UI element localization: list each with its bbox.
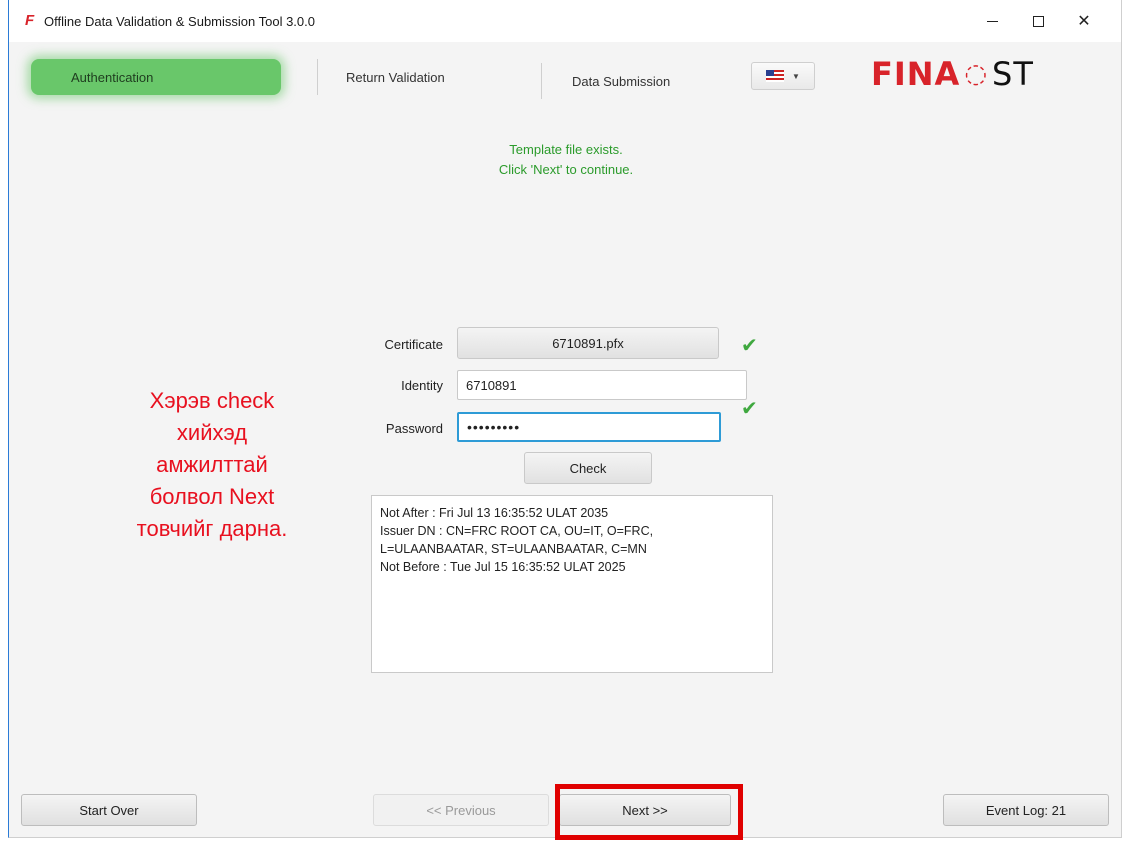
annotation-line: товчийг дарна. — [136, 516, 288, 541]
identity-label: Identity — [401, 378, 443, 393]
step-navigation: Authentication Return Validation Data Su… — [17, 55, 817, 99]
previous-label: << Previous — [426, 802, 496, 818]
minimize-button[interactable] — [969, 6, 1015, 36]
cert-info-line: Issuer DN : CN=FRC ROOT CA, OU=IT, O=FRC… — [380, 524, 654, 538]
identity-value: 6710891 — [466, 377, 517, 393]
annotation-line: болвол Next — [149, 484, 275, 509]
status-message-line1: Template file exists. — [509, 142, 623, 157]
title-bar: F Offline Data Validation & Submission T… — [9, 0, 1121, 42]
annotation-line: хийхэд — [176, 420, 248, 445]
close-button[interactable]: ✕ — [1061, 6, 1107, 36]
certificate-file-name: 6710891.pfx — [552, 335, 624, 351]
chevron-down-icon: ▼ — [792, 71, 800, 81]
check-button-label: Check — [569, 460, 607, 476]
maximize-icon — [1032, 15, 1044, 27]
tab-return-validation[interactable]: Return Validation — [317, 59, 537, 95]
next-button-highlight — [555, 784, 743, 840]
maximize-button[interactable] — [1015, 6, 1061, 36]
credentials-valid-check-icon: ✔ — [741, 398, 758, 420]
fina-ost-logo: FINA ◌ ST — [871, 54, 1034, 94]
window-title: Offline Data Validation & Submission Too… — [44, 14, 315, 29]
app-logo-icon: F — [25, 12, 35, 29]
logo-text-st: ST — [992, 55, 1034, 93]
language-select[interactable]: ▼ — [751, 62, 815, 90]
certificate-file-button[interactable]: 6710891.pfx — [457, 327, 719, 359]
start-over-button[interactable]: Start Over — [21, 794, 197, 826]
cert-info-line: L=ULAANBAATAR, ST=ULAANBAATAR, C=MN — [380, 542, 647, 556]
certificate-label: Certificate — [384, 337, 443, 352]
logo-text-fina: FINA — [871, 55, 961, 93]
minimize-icon — [986, 20, 998, 22]
start-over-label: Start Over — [79, 802, 139, 818]
certificate-info-box[interactable]: Not After : Fri Jul 13 16:35:52 ULAT 203… — [371, 495, 773, 673]
tab-data-submission[interactable]: Data Submission — [541, 63, 741, 99]
logo-ring-icon: ◌ — [964, 59, 988, 89]
annotation-line: амжилттай — [156, 452, 268, 477]
app-window: F Offline Data Validation & Submission T… — [8, 0, 1122, 840]
tab-authentication[interactable]: Authentication — [31, 59, 281, 95]
flag-us-icon — [766, 70, 785, 82]
instruction-annotation: Хэрэв check хийхэд амжилттай болвол Next… — [77, 385, 347, 545]
tab-label: Data Submission — [572, 73, 671, 89]
event-log-button[interactable]: Event Log: 21 — [943, 794, 1109, 826]
check-button[interactable]: Check — [524, 452, 652, 484]
password-value: ••••••••• — [467, 419, 521, 435]
status-message-line2: Click 'Next' to continue. — [498, 162, 634, 177]
password-field[interactable]: ••••••••• — [457, 412, 721, 442]
event-log-label: Event Log: 21 — [985, 802, 1067, 818]
cert-info-line: Not After : Fri Jul 13 16:35:52 ULAT 203… — [380, 506, 609, 520]
previous-button[interactable]: << Previous — [373, 794, 549, 826]
cert-info-line: Not Before : Tue Jul 15 16:35:52 ULAT 20… — [380, 560, 626, 574]
tab-label: Return Validation — [346, 69, 445, 85]
password-label: Password — [385, 421, 443, 436]
annotation-line: Хэрэв check — [149, 388, 275, 413]
certificate-valid-check-icon: ✔ — [741, 335, 758, 357]
close-icon: ✕ — [1077, 13, 1091, 30]
identity-field[interactable]: 6710891 — [457, 370, 747, 400]
tab-label: Authentication — [71, 69, 154, 85]
